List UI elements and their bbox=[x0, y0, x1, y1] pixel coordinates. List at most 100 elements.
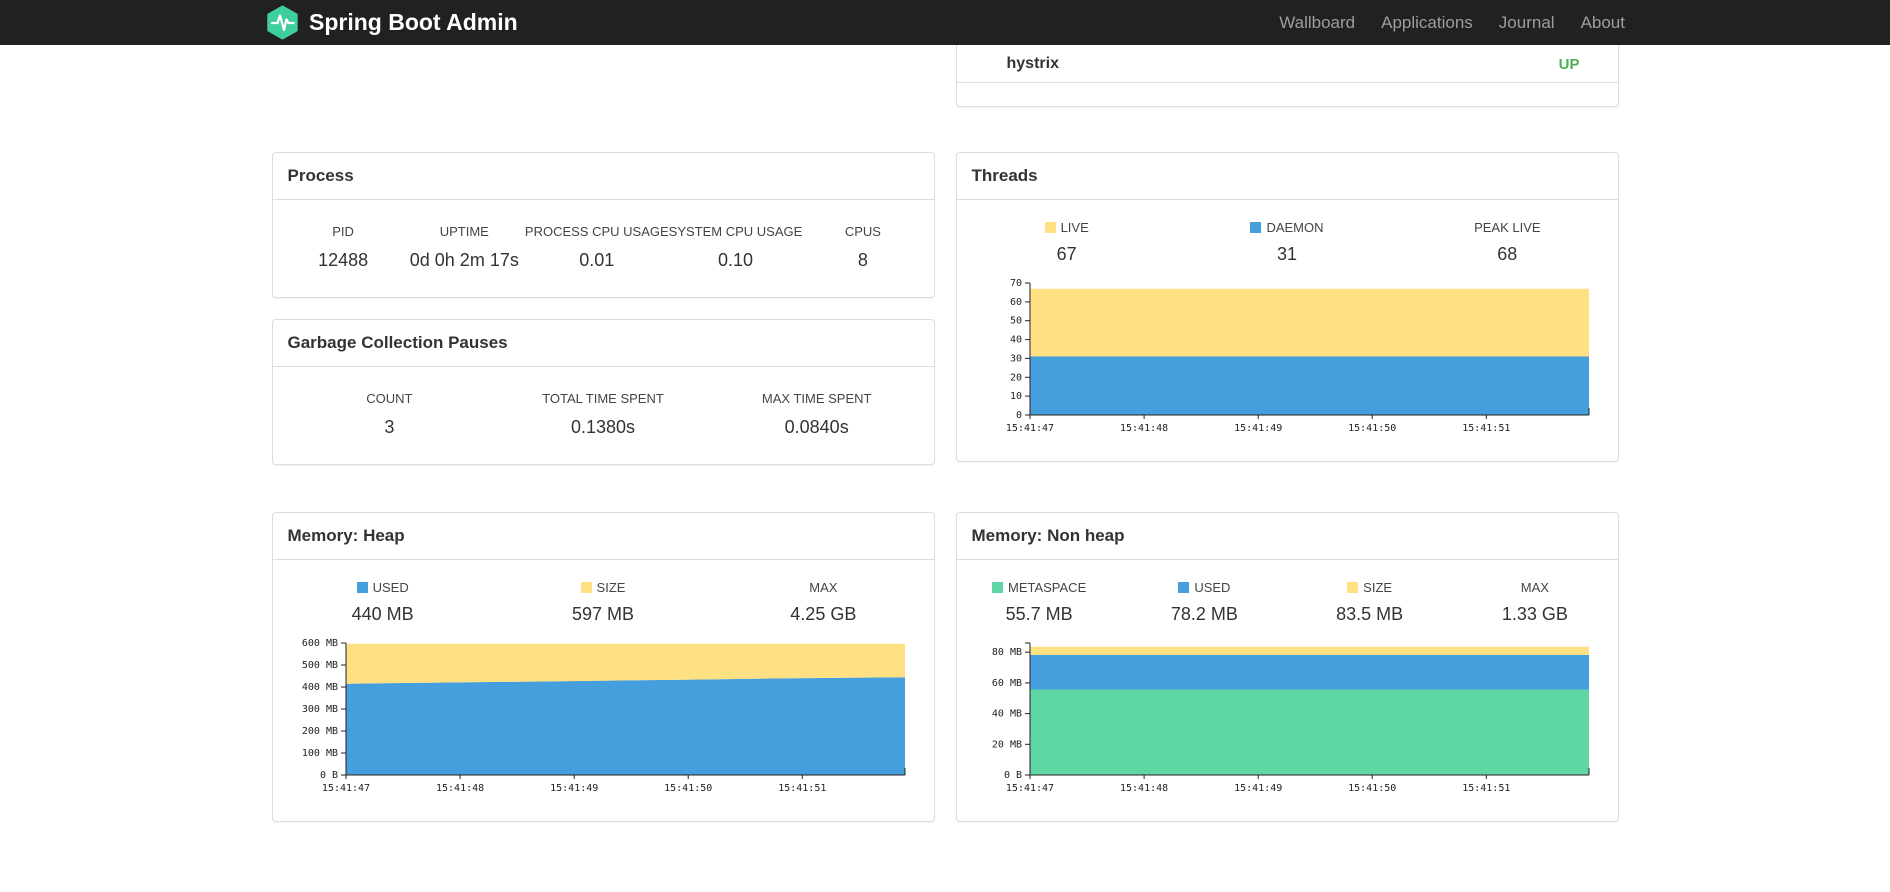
legend-label: SIZE bbox=[1287, 580, 1452, 595]
svg-text:20: 20 bbox=[1009, 372, 1021, 383]
legend-label-text: PEAK LIVE bbox=[1474, 220, 1541, 235]
svg-text:15:41:48: 15:41:48 bbox=[1120, 423, 1168, 434]
svg-text:200 MB: 200 MB bbox=[301, 726, 337, 737]
stat-value: 0.10 bbox=[717, 250, 754, 270]
legend-item-used: USED 78.2 MB bbox=[1122, 580, 1287, 625]
health-row-spacer bbox=[272, 45, 935, 107]
stat-label: TOTAL TIME SPENT bbox=[542, 391, 664, 406]
threads-panel: Threads LIVE 67 DAEMON 31 PEAK LIVE 68 0… bbox=[955, 152, 1619, 462]
svg-text:100 MB: 100 MB bbox=[301, 748, 337, 759]
stat-label: CPUS bbox=[844, 224, 881, 239]
svg-text:15:41:51: 15:41:51 bbox=[778, 783, 826, 794]
health-status-badge: UP bbox=[1558, 55, 1580, 73]
svg-text:15:41:50: 15:41:50 bbox=[1348, 783, 1396, 794]
nav-link-about[interactable]: About bbox=[1568, 13, 1625, 33]
svg-text:15:41:49: 15:41:49 bbox=[1234, 783, 1282, 794]
navbar: Spring Boot Admin Wallboard Applications… bbox=[0, 0, 1890, 45]
nav-link-applications[interactable]: Applications bbox=[1368, 13, 1486, 33]
stat-pid: PID 12488 bbox=[283, 224, 404, 271]
brand-title: Spring Boot Admin bbox=[309, 9, 518, 35]
stat-value: 8 bbox=[857, 250, 868, 270]
legend-item-size: SIZE 597 MB bbox=[493, 580, 713, 625]
legend-value: 78.2 MB bbox=[1170, 604, 1238, 624]
stat-cpus: CPUS 8 bbox=[802, 224, 923, 271]
legend-swatch-size bbox=[580, 582, 592, 593]
legend-item-metaspace: METASPACE 55.7 MB bbox=[957, 580, 1122, 625]
memory-nonheap-chart: 0 B 20 MB 40 MB 60 MB 80 MB 15:41:47 15:41:48 1… bbox=[991, 642, 1589, 794]
stat-process-cpu: PROCESS CPU USAGE 0.01 bbox=[525, 224, 669, 271]
legend-label: SIZE bbox=[493, 580, 713, 595]
svg-text:15:41:51: 15:41:51 bbox=[1462, 783, 1510, 794]
legend-value: 31 bbox=[1276, 244, 1297, 264]
threads-chart-wrap: 0 10 20 30 40 50 60 70 15:41:47 15:41:48 15:41:49 1… bbox=[957, 265, 1618, 461]
svg-text:300 MB: 300 MB bbox=[301, 704, 337, 715]
process-stats: PID 12488 UPTIME 0d 0h 2m 17s PROCESS CP… bbox=[273, 200, 934, 297]
svg-text:400 MB: 400 MB bbox=[301, 682, 337, 693]
memory-heap-legend: USED 440 MB SIZE 597 MB MAX 4.25 GB bbox=[273, 580, 934, 625]
stat-value: 0.1380s bbox=[570, 417, 636, 437]
legend-item-live: LIVE 67 bbox=[957, 220, 1177, 265]
legend-label-text: SIZE bbox=[1363, 580, 1393, 595]
svg-text:15:41:49: 15:41:49 bbox=[1234, 423, 1282, 434]
legend-label-text: DAEMON bbox=[1266, 220, 1324, 235]
stat-value: 12488 bbox=[318, 250, 369, 270]
svg-text:0 B: 0 B bbox=[1003, 770, 1021, 781]
memory-heap-panel: Memory: Heap USED 440 MB SIZE 597 MB MAX… bbox=[271, 512, 935, 822]
svg-text:500 MB: 500 MB bbox=[301, 660, 337, 671]
health-service-name: hystrix bbox=[1006, 55, 1059, 72]
stat-label: PID bbox=[332, 224, 354, 239]
legend-item-max: MAX 1.33 GB bbox=[1452, 580, 1617, 625]
legend-item-used: USED 440 MB bbox=[273, 580, 493, 625]
svg-text:30: 30 bbox=[1009, 353, 1021, 364]
legend-label-text: MAX bbox=[809, 580, 838, 595]
legend-label-text: USED bbox=[372, 580, 409, 595]
svg-text:15:41:49: 15:41:49 bbox=[550, 783, 598, 794]
stat-gc-count: COUNT 3 bbox=[283, 391, 497, 438]
legend-item-max: MAX 4.25 GB bbox=[713, 580, 933, 625]
svg-text:80 MB: 80 MB bbox=[991, 647, 1021, 658]
legend-swatch-used bbox=[356, 582, 368, 593]
svg-text:15:41:48: 15:41:48 bbox=[436, 783, 484, 794]
legend-label: DAEMON bbox=[1177, 220, 1397, 235]
legend-label: MAX bbox=[713, 580, 933, 595]
svg-text:15:41:47: 15:41:47 bbox=[321, 783, 369, 794]
svg-text:15:41:50: 15:41:50 bbox=[1348, 423, 1396, 434]
memory-heap-chart-wrap: 0 B 100 MB 200 MB 300 MB 400 MB 500 MB 600 MB 1… bbox=[273, 625, 934, 821]
memory-nonheap-legend: METASPACE 55.7 MB USED 78.2 MB SIZE 83.5… bbox=[957, 580, 1618, 625]
gc-panel-title: Garbage Collection Pauses bbox=[272, 320, 934, 367]
memory-nonheap-chart-wrap: 0 B 20 MB 40 MB 60 MB 80 MB 15:41:47 15:41:48 1… bbox=[957, 625, 1618, 821]
memory-nonheap-panel-title: Memory: Non heap bbox=[956, 513, 1618, 560]
legend-swatch-size bbox=[1347, 582, 1359, 593]
threads-chart: 0 10 20 30 40 50 60 70 15:41:47 15:41:48 15:41:49 1… bbox=[1005, 278, 1589, 434]
legend-value: 1.33 GB bbox=[1501, 604, 1568, 624]
legend-swatch-daemon bbox=[1250, 222, 1262, 233]
nav-links: Wallboard Applications Journal About bbox=[1266, 13, 1625, 33]
legend-label-text: USED bbox=[1194, 580, 1231, 595]
stat-label: UPTIME bbox=[439, 224, 489, 239]
nav-link-journal[interactable]: Journal bbox=[1486, 13, 1568, 33]
svg-text:0: 0 bbox=[1015, 410, 1021, 421]
nav-link-wallboard[interactable]: Wallboard bbox=[1266, 13, 1368, 33]
navbar-inner: Spring Boot Admin Wallboard Applications… bbox=[265, 5, 1625, 40]
gc-stats: COUNT 3 TOTAL TIME SPENT 0.1380s MAX TIM… bbox=[273, 367, 934, 464]
svg-text:15:41:47: 15:41:47 bbox=[1005, 423, 1053, 434]
legend-label-text: METASPACE bbox=[1007, 580, 1087, 595]
svg-text:15:41:48: 15:41:48 bbox=[1120, 783, 1168, 794]
legend-item-peak-live: PEAK LIVE 68 bbox=[1397, 220, 1617, 265]
legend-value: 55.7 MB bbox=[1005, 604, 1073, 624]
health-panel-footer bbox=[957, 83, 1618, 106]
threads-legend: LIVE 67 DAEMON 31 PEAK LIVE 68 bbox=[957, 220, 1618, 265]
svg-text:600 MB: 600 MB bbox=[301, 638, 337, 649]
legend-label: PEAK LIVE bbox=[1397, 220, 1617, 235]
pulse-logo-icon bbox=[265, 5, 300, 40]
svg-text:50: 50 bbox=[1009, 316, 1021, 327]
svg-text:0 B: 0 B bbox=[319, 770, 337, 781]
stat-label: SYSTEM CPU USAGE bbox=[668, 224, 803, 239]
memory-nonheap-panel: Memory: Non heap METASPACE 55.7 MB USED … bbox=[955, 512, 1619, 822]
process-panel-title: Process bbox=[272, 153, 934, 200]
brand[interactable]: Spring Boot Admin bbox=[265, 5, 518, 40]
svg-text:60 MB: 60 MB bbox=[991, 678, 1021, 689]
svg-text:40 MB: 40 MB bbox=[991, 709, 1021, 720]
memory-heap-chart: 0 B 100 MB 200 MB 300 MB 400 MB 500 MB 600 MB 1… bbox=[301, 638, 905, 794]
svg-text:15:41:50: 15:41:50 bbox=[664, 783, 712, 794]
